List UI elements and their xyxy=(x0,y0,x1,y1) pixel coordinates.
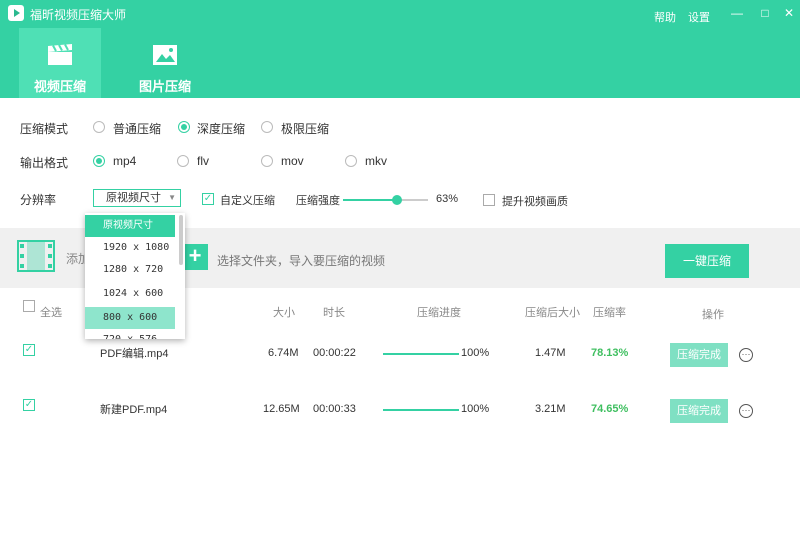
dropdown-option[interactable]: 1280 x 720 xyxy=(85,259,175,281)
row-checkbox[interactable]: ✓ xyxy=(23,344,35,356)
progress-bar xyxy=(383,353,459,355)
dropdown-option[interactable]: 原视频尺寸 xyxy=(85,215,175,237)
radio-mp4[interactable] xyxy=(93,155,105,167)
radio-mkv[interactable] xyxy=(345,155,357,167)
strength-slider[interactable] xyxy=(343,195,428,205)
file-size: 12.65M xyxy=(263,403,300,415)
settings-link[interactable]: 设置 xyxy=(688,9,710,25)
slider-thumb[interactable] xyxy=(391,195,402,205)
file-name: PDF编辑.mp4 xyxy=(100,348,169,360)
header: 福昕视频压缩大师 帮助 设置 — □ ✕ 视频压缩 图片压缩 xyxy=(0,0,800,98)
add-hint: 选择文件夹，导入要压缩的视频 xyxy=(217,254,386,268)
more-icon[interactable]: ··· xyxy=(739,348,753,362)
radio-deep[interactable] xyxy=(178,121,190,133)
tab-label: 视频压缩 xyxy=(33,79,86,94)
slider-fill xyxy=(343,199,397,201)
header-progress: 压缩进度 xyxy=(417,307,461,319)
radio-extreme[interactable] xyxy=(261,121,273,133)
header-after-size: 压缩后大小 xyxy=(525,307,580,319)
after-size: 3.21M xyxy=(535,403,566,415)
after-size: 1.47M xyxy=(535,347,566,359)
radio-label: 普通压缩 xyxy=(113,122,162,136)
radio-flv[interactable] xyxy=(177,155,189,167)
select-all-label: 全选 xyxy=(40,307,62,319)
strength-value: 63% xyxy=(436,193,459,205)
dropdown-scrollbar[interactable] xyxy=(179,215,183,265)
compress-rate: 74.65% xyxy=(591,403,629,415)
dropdown-option[interactable]: 720 x 576 xyxy=(85,329,175,339)
one-click-compress-button[interactable]: 一键压缩 xyxy=(665,244,749,278)
header-size: 大小 xyxy=(273,307,295,319)
resolution-select[interactable]: 原视频尺寸 ▼ xyxy=(93,189,181,207)
film-icon[interactable] xyxy=(17,240,55,272)
maximize-icon[interactable]: □ xyxy=(758,6,772,20)
file-duration: 00:00:33 xyxy=(313,403,356,415)
radio-label: mp4 xyxy=(113,154,137,168)
custom-compress-label: 自定义压缩 xyxy=(220,195,275,207)
compress-done-button[interactable]: 压缩完成 xyxy=(670,399,728,423)
radio-label: flv xyxy=(197,154,209,168)
custom-compress-checkbox[interactable]: ✓ xyxy=(202,193,214,205)
row-checkbox[interactable]: ✓ xyxy=(23,399,35,411)
progress-text: 100% xyxy=(461,403,490,415)
help-link[interactable]: 帮助 xyxy=(654,9,676,25)
progress-text: 100% xyxy=(461,347,490,359)
file-duration: 00:00:22 xyxy=(313,347,356,359)
radio-label: 深度压缩 xyxy=(197,122,246,136)
header-action: 操作 xyxy=(702,309,724,321)
enhance-checkbox[interactable] xyxy=(483,194,495,206)
app-title: 福昕视频压缩大师 xyxy=(30,8,127,22)
compress-rate: 78.13% xyxy=(591,347,629,359)
file-name: 新建PDF.mp4 xyxy=(100,404,168,416)
select-all-checkbox[interactable] xyxy=(23,300,35,312)
strength-label: 压缩强度 xyxy=(296,195,340,207)
clapperboard-icon xyxy=(48,44,72,65)
enhance-label: 提升视频画质 xyxy=(502,196,568,208)
caret-down-icon: ▼ xyxy=(168,193,176,202)
dropdown-option[interactable]: 1024 x 600 xyxy=(85,283,175,305)
more-icon[interactable]: ··· xyxy=(739,404,753,418)
output-format-label: 输出格式 xyxy=(20,156,69,170)
add-folder-button[interactable]: + xyxy=(182,244,208,270)
file-size: 6.74M xyxy=(268,347,299,359)
image-icon xyxy=(153,45,177,65)
resolution-label: 分辨率 xyxy=(20,193,57,207)
header-duration: 时长 xyxy=(323,307,345,319)
resolution-dropdown: 原视频尺寸 1920 x 1080 1280 x 720 1024 x 600 … xyxy=(85,213,185,339)
minimize-icon[interactable]: — xyxy=(730,6,744,20)
radio-label: mkv xyxy=(365,154,387,168)
app-logo-icon xyxy=(8,5,24,21)
compress-done-button[interactable]: 压缩完成 xyxy=(670,343,728,367)
dropdown-option[interactable]: 800 x 600 xyxy=(85,307,175,329)
dropdown-option[interactable]: 1920 x 1080 xyxy=(85,237,175,259)
radio-label: 极限压缩 xyxy=(281,122,330,136)
header-rate: 压缩率 xyxy=(593,307,626,319)
radio-normal[interactable] xyxy=(93,121,105,133)
tab-video-compress[interactable]: 视频压缩 xyxy=(19,28,101,98)
radio-label: mov xyxy=(281,154,304,168)
compress-mode-label: 压缩模式 xyxy=(20,122,69,136)
radio-mov[interactable] xyxy=(261,155,273,167)
title-bar: 福昕视频压缩大师 帮助 设置 — □ ✕ xyxy=(0,0,800,28)
tab-label: 图片压缩 xyxy=(138,79,191,94)
close-icon[interactable]: ✕ xyxy=(782,6,796,20)
progress-bar xyxy=(383,409,459,411)
resolution-value: 原视频尺寸 xyxy=(106,192,161,204)
tab-image-compress[interactable]: 图片压缩 xyxy=(124,28,206,98)
